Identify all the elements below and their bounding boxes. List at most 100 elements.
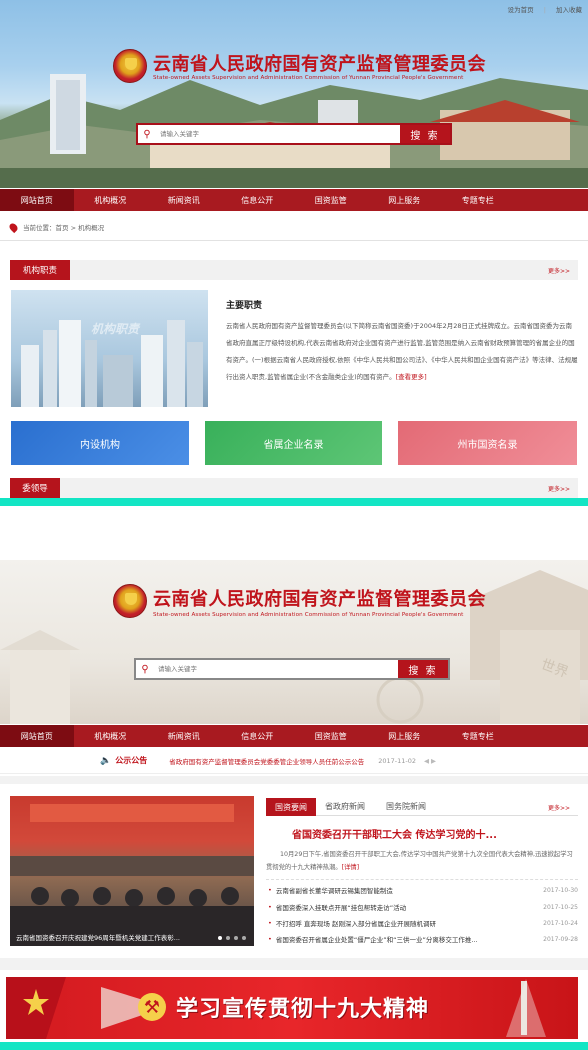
search-icon: ⚲ (141, 663, 149, 675)
nav-news[interactable]: 新闻资讯 (147, 725, 221, 747)
divider (0, 240, 588, 241)
duties-heading: 主要职责 (226, 301, 263, 311)
tile-enterprise-list[interactable]: 省属企业名录 (205, 421, 382, 465)
bullet-icon: • (268, 919, 272, 927)
location-pin-icon (7, 221, 20, 233)
slider-dots (218, 936, 246, 940)
list-item-title[interactable]: 不打招呼 直奔现场 赵刚深入部分省属企业开展随机调研 (276, 918, 436, 928)
nav-news[interactable]: 新闻资讯 (147, 189, 221, 211)
slider-dot[interactable] (242, 936, 246, 940)
divider (266, 879, 578, 880)
image-caption: 机构职责 (91, 322, 140, 336)
list-item-title[interactable]: 省国资委深入挂联点开展“挂包帮转走访”活动 (276, 902, 406, 912)
set-homepage-link[interactable]: 设为首页 (508, 6, 534, 14)
meeting-photo-illustration (10, 804, 254, 946)
breadcrumb-label: 当前位置： (23, 224, 56, 232)
main-nav-2: 网站首页 机构概况 新闻资讯 信息公开 国资监管 网上服务 专题专栏 (0, 725, 588, 747)
news-summary-text: 10月29日下午,省国资委召开干部职工大会,传达学习中国共产党第十九次全国代表大… (266, 851, 573, 871)
add-favorite-link[interactable]: 加入收藏 (556, 6, 582, 14)
section-bar (10, 260, 578, 280)
breadcrumb: 当前位置： 首页 > 机构概况 (7, 221, 105, 233)
content-background (0, 958, 588, 970)
bullet-icon: • (268, 903, 272, 911)
nav-info[interactable]: 信息公开 (221, 725, 295, 747)
content-background (0, 776, 588, 784)
tab-provincial-news[interactable]: 省政府新闻 (325, 801, 365, 812)
national-emblem-icon (113, 584, 147, 618)
news-summary: 10月29日下午,省国资委召开干部职工大会,传达学习中国共产党第十九次全国代表大… (266, 848, 578, 874)
duties-text: 云南省人民政府国有资产监督管理委员会(以下简称云南省国资委)于2004年2月28… (226, 318, 578, 386)
list-item[interactable]: • 云南省副省长董华调研云锡集团智能制造 2017-10-30 (268, 883, 578, 897)
screenshot-divider (0, 498, 588, 506)
search-input[interactable] (156, 125, 400, 143)
nav-about[interactable]: 机构概况 (74, 189, 148, 211)
breadcrumb-path[interactable]: 首页 > 机构概况 (56, 222, 105, 232)
party-emblem-icon: ⚒ (138, 993, 166, 1021)
list-item-date: 2017-10-25 (543, 903, 578, 911)
news-more-link[interactable]: 更多>> (548, 803, 570, 812)
nav-supervision[interactable]: 国资监管 (294, 725, 368, 747)
list-item[interactable]: • 省国资委召开省属企业处置“僵尸企业”和“三供一业”分离移交工作推... 2017… (268, 932, 578, 946)
news-slider: 云南省国资委召开庆祝建党96周年暨机关党建工作表彰... (10, 796, 254, 946)
header-banner-2: 世界 云南省人民政府国有资产监督管理委员会 State-owned Assets… (0, 560, 588, 724)
speaker-icon: 🔈 (100, 755, 112, 766)
screenshot-divider (0, 1042, 588, 1050)
news-headline[interactable]: 省国资委召开干部职工大会 传达学习党的十... (292, 826, 497, 841)
nav-services[interactable]: 网上服务 (368, 189, 442, 211)
site-subtitle: State-owned Assets Supervision and Admin… (153, 75, 464, 81)
section-bar (10, 478, 578, 498)
slider-dot[interactable] (234, 936, 238, 940)
search-button-2[interactable]: 搜 索 (398, 660, 448, 678)
notice-date: 2017-11-02 (378, 756, 416, 765)
nav-special[interactable]: 专题专栏 (441, 189, 515, 211)
search-input-2[interactable] (154, 660, 398, 678)
list-item[interactable]: • 省国资委深入挂联点开展“挂包帮转走访”活动 2017-10-25 (268, 900, 578, 914)
search-box: ⚲ 搜 索 (136, 123, 452, 145)
search-icon: ⚲ (143, 128, 151, 140)
list-item[interactable]: • 不打招呼 直奔现场 赵刚深入部分省属企业开展随机调研 2017-10-24 (268, 916, 578, 930)
tab-duties[interactable]: 机构职责 (10, 260, 70, 280)
tile-prefecture-list[interactable]: 州市国资名录 (398, 421, 577, 465)
tab-state-council-news[interactable]: 国务院新闻 (386, 801, 426, 812)
read-more-link[interactable]: [查看更多] (396, 373, 427, 381)
nav-home[interactable]: 网站首页 (0, 725, 74, 747)
search-button[interactable]: 搜 索 (400, 125, 450, 143)
nav-services[interactable]: 网上服务 (368, 725, 442, 747)
banner-text: 学习宣传贯彻十九大精神 (176, 997, 430, 1022)
site-subtitle-2: State-owned Assets Supervision and Admin… (153, 612, 464, 618)
notice-label: 公示公告 (115, 756, 148, 765)
notice-prev-icon[interactable]: ◀ (424, 757, 429, 765)
main-nav: 网站首页 机构概况 新闻资讯 信息公开 国资监管 网上服务 专题专栏 (0, 189, 588, 211)
list-item-title[interactable]: 省国资委召开省属企业处置“僵尸企业”和“三供一业”分离移交工作推... (276, 934, 478, 944)
nav-about[interactable]: 机构概况 (74, 725, 148, 747)
list-item-title[interactable]: 云南省副省长董华调研云锡集团智能制造 (276, 885, 393, 895)
duties-image: 机构职责 (11, 290, 208, 407)
city-skyline-illustration (21, 320, 203, 407)
tile-internal-institutions[interactable]: 内设机构 (11, 421, 189, 465)
list-item-date: 2017-10-30 (543, 886, 578, 894)
notice-next-icon[interactable]: ▶ (431, 757, 436, 765)
tab-sasac-news[interactable]: 国资要闻 (266, 798, 316, 816)
site-title-2: 云南省人民政府国有资产监督管理委员会 (153, 589, 486, 610)
nav-supervision[interactable]: 国资监管 (294, 189, 368, 211)
bullet-icon: • (268, 935, 272, 943)
nav-special[interactable]: 专题专栏 (441, 725, 515, 747)
nav-info[interactable]: 信息公开 (221, 189, 295, 211)
nav-home[interactable]: 网站首页 (0, 189, 74, 211)
leaders-more-link[interactable]: 更多>> (548, 484, 570, 493)
list-item-date: 2017-09-28 (543, 935, 578, 943)
news-detail-link[interactable]: [详情] (342, 864, 360, 871)
search-box-2: ⚲ 搜 索 (134, 658, 450, 680)
site-title: 云南省人民政府国有资产监督管理委员会 (153, 54, 486, 75)
notice-text[interactable]: 省政府国有资产监督管理委员会党委委管企业领导人员任前公示公告 (169, 756, 364, 766)
slider-dot[interactable] (218, 936, 222, 940)
slider-caption[interactable]: 云南省国资委召开庆祝建党96周年暨机关党建工作表彰... (16, 932, 206, 942)
slider-dot[interactable] (226, 936, 230, 940)
bullet-icon: • (268, 886, 272, 894)
promo-banner[interactable]: ⚒ 学习宣传贯彻十九大精神 (6, 977, 578, 1039)
duties-more-link[interactable]: 更多>> (548, 266, 570, 275)
top-links: 设为首页 | 加入收藏 (507, 6, 582, 14)
header-banner: 设为首页 | 加入收藏 云南省人民政府国有资产监督管理委员会 State-own… (0, 0, 588, 188)
tab-leaders[interactable]: 委领导 (10, 478, 60, 498)
national-emblem-icon (113, 49, 147, 83)
